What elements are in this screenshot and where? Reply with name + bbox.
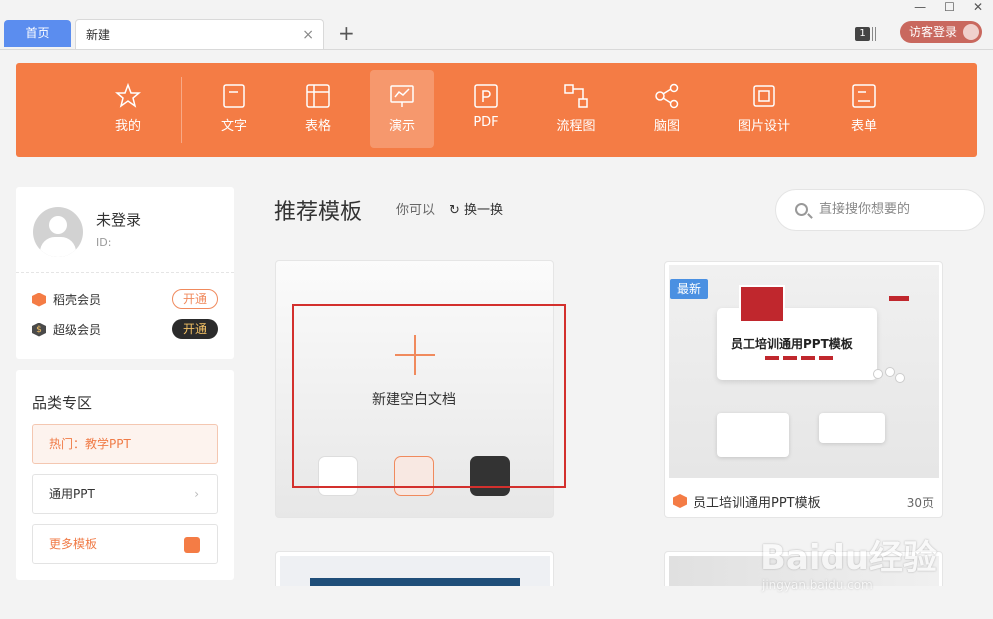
super-member-icon: $ [32,322,46,337]
super-member: $ 超级会员 [32,321,101,338]
user-name[interactable]: 未登录 [96,209,141,230]
docer-logo-icon [673,494,687,508]
nav-item-pdf[interactable]: PDF [454,70,518,148]
image-design-icon [753,85,775,107]
thumb-figures [869,365,905,405]
thumb-bar [783,356,797,360]
recommend-hint: 你可以 [396,203,436,218]
nav-label: 演示 [388,119,415,134]
highlight-frame [292,304,566,488]
window-controls: — ☐ ✕ [914,0,983,18]
search-placeholder: 直接搜你想要的 [819,202,911,217]
form-icon [852,84,876,108]
close-icon[interactable]: ✕ [973,0,983,18]
thumb-bar [819,356,833,360]
tab-home[interactable]: 首页 [4,20,71,47]
pdf-icon [474,84,498,108]
watermark-url: jingyan.baidu.com [762,578,873,592]
window-count-badge[interactable]: 1 [855,27,870,41]
title-bar: 首页 新建 × + — ☐ ✕ 1 访客登录 [0,0,993,50]
category-hot[interactable]: 热门：教学PPT [32,424,218,464]
window-list-icon[interactable] [872,27,876,41]
visitor-login-label: 访客登录 [909,25,958,39]
document-icon [223,84,245,108]
super-member-label: 超级会员 [53,323,102,337]
docer-open-button[interactable]: 开通 [172,289,218,309]
nav-divider [181,77,182,143]
nav-item-sheet[interactable]: 表格 [286,70,350,148]
category-more[interactable]: 更多模板 [32,524,218,564]
super-open-button[interactable]: 开通 [172,319,218,339]
refresh-icon: ↻ [449,203,465,218]
nav-label: 流程图 [556,119,596,134]
category-card: 品类专区 热门：教学PPT 通用PPT › 更多模板 [16,370,234,580]
docer-member-label: 稻壳会员 [53,293,102,307]
docer-logo-icon [184,537,200,553]
divider [16,272,234,273]
nav-item-mindmap[interactable]: 脑图 [635,70,699,148]
nav-label: 我的 [114,119,141,134]
presentation-board-icon [739,285,785,323]
tab-new[interactable]: 新建 × [75,19,324,49]
template-card[interactable]: 员工培训通用PPT模板 最新 员工培训通用PPT模板 30页 [664,261,943,518]
template-card-2[interactable] [275,551,554,598]
nav-label: 脑图 [653,119,680,134]
search-icon [795,203,808,216]
tab-close-icon[interactable]: × [302,20,314,50]
thumb-slide [819,413,885,443]
nav-label: 文字 [220,119,247,134]
minimize-icon[interactable]: — [914,0,926,18]
user-id: ID: [96,236,112,249]
nav-item-writer[interactable]: 文字 [202,70,266,148]
recommend-title: 推荐模板 [274,200,363,225]
watermark-text: Baidu经验 [760,538,938,578]
docer-member-icon [32,292,46,307]
category-more-label: 更多模板 [49,537,98,551]
table-icon [306,84,330,108]
nav-label: 图片设计 [737,119,790,134]
avatar[interactable] [33,207,83,257]
mindmap-icon [655,83,679,109]
swap-button[interactable]: ↻ 换一换 [449,199,503,218]
tab-new-label: 新建 [86,28,111,42]
nav-item-mine[interactable]: 我的 [96,70,160,148]
user-avatar-icon [963,24,979,40]
thumb-bar [765,356,779,360]
add-tab-icon[interactable]: + [338,20,355,46]
template-name[interactable]: 员工培训通用PPT模板 [693,492,821,511]
new-badge: 最新 [670,279,709,299]
thumb-bar [801,356,815,360]
user-card: 未登录 ID: 稻壳会员 开通 $ 超级会员 开通 [16,187,234,359]
chevron-right-icon: › [194,487,199,501]
thumb-title: 员工培训通用PPT模板 [731,337,853,351]
nav-item-image-design[interactable]: 图片设计 [732,70,796,148]
presentation-icon [390,85,414,107]
category-general[interactable]: 通用PPT › [32,474,218,514]
nav-item-presentation[interactable]: 演示 [370,70,434,148]
flowchart-icon [564,84,588,108]
visitor-login-button[interactable]: 访客登录 [900,21,982,43]
nav-label: 表单 [850,119,877,134]
star-icon [115,83,141,108]
docer-member: 稻壳会员 [32,291,101,308]
app-nav-bar: 我的 文字 表格 演示 PDF 流程图 脑图 图片设计 表单 [16,63,977,157]
thumb-slide [717,413,789,457]
category-general-label: 通用PPT [49,487,95,501]
thumb-logo [889,296,909,301]
baidu-watermark: Baidu经验 jingyan.baidu.com [760,520,970,600]
category-title: 品类专区 [32,394,93,412]
nav-item-flowchart[interactable]: 流程图 [544,70,608,148]
template-pages: 30页 [906,496,934,510]
template-thumbnail[interactable]: 员工培训通用PPT模板 最新 [669,265,939,478]
maximize-icon[interactable]: ☐ [944,0,955,18]
nav-label: 表格 [304,119,331,134]
nav-label: PDF [473,115,499,130]
swap-label: 换一换 [464,203,504,218]
search-input[interactable]: 直接搜你想要的 [775,189,985,231]
nav-item-form[interactable]: 表单 [832,70,896,148]
